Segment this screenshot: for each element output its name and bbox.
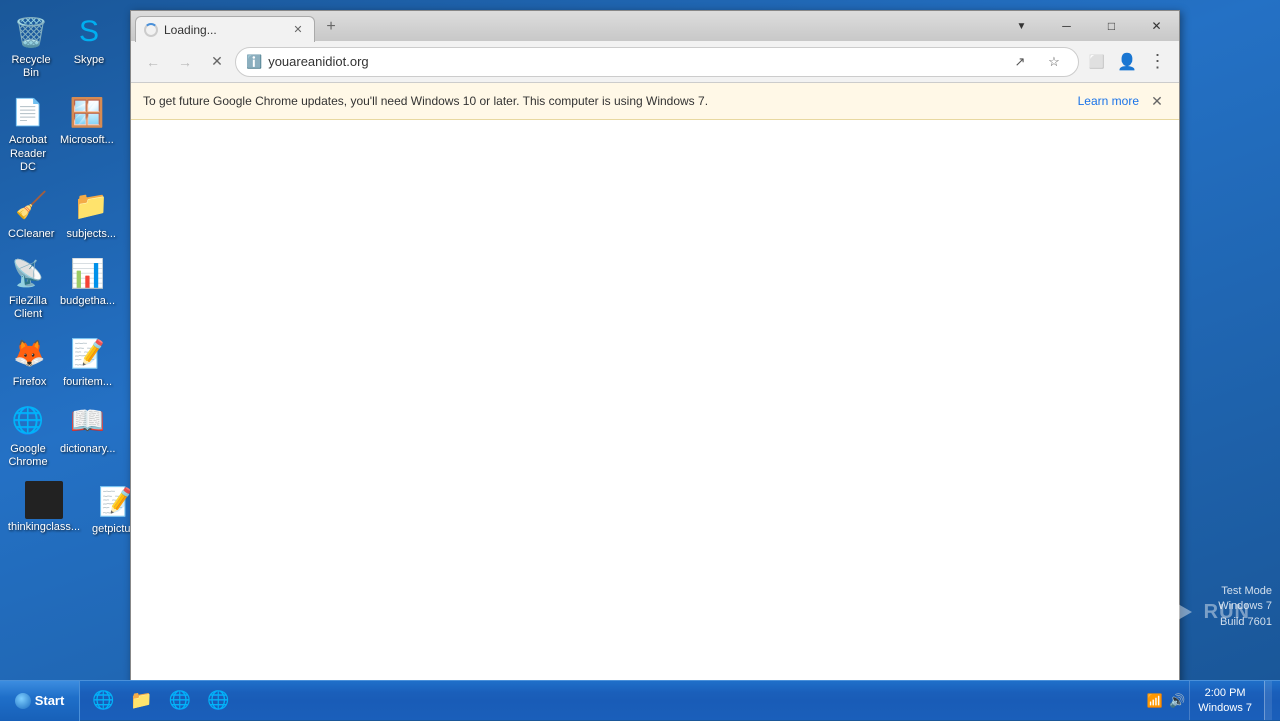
anyrun-text-label: ANY <box>1106 601 1151 624</box>
chrome-label: Google Chrome <box>8 443 48 469</box>
infobar-close-button[interactable]: ✕ <box>1147 91 1167 111</box>
firefox-label: Firefox <box>13 376 47 389</box>
desktop-icon-filezilla[interactable]: 📡 FileZilla Client <box>4 249 52 325</box>
profile-button[interactable]: 👤 <box>1113 48 1141 76</box>
taskbar-ie-button[interactable]: 🌐 <box>84 684 122 718</box>
taskbar: Start 🌐 📁 🌐 🌐 📶 🔊 2:00 PM Windows 7 <box>0 680 1280 720</box>
network-tray-icon: 📶 <box>1147 693 1163 709</box>
titlebar-drag-area <box>345 11 999 41</box>
show-desktop-button[interactable] <box>1264 681 1272 720</box>
microsoft-label: Microsoft... <box>60 134 114 147</box>
acrobat-label: Acrobat Reader DC <box>8 134 48 174</box>
desktop-icon-dictionary[interactable]: 📖 dictionary... <box>56 397 119 473</box>
clock-area[interactable]: 2:00 PM Windows 7 <box>1189 681 1260 720</box>
budget-label: budgetha... <box>60 295 115 308</box>
start-label: Start <box>35 693 65 708</box>
filezilla-label: FileZilla Client <box>8 295 48 321</box>
chrome-infobar: To get future Google Chrome updates, you… <box>131 83 1179 120</box>
recycle-bin-icon: 🗑️ <box>11 12 51 52</box>
filezilla-icon: 📡 <box>8 253 48 293</box>
clock-date: Windows 7 <box>1198 701 1252 715</box>
anyrun-logo-icon <box>1160 594 1196 630</box>
chrome-toolbar: ← → ✕ ℹ️ ↗ ☆ ⬜ 👤 ⋮ <box>131 41 1179 83</box>
desktop-icon-acrobat[interactable]: 📄 Acrobat Reader DC <box>4 88 52 178</box>
security-icon: ℹ️ <box>246 54 262 70</box>
recycle-bin-label: Recycle Bin <box>8 54 54 80</box>
bookmark-button[interactable]: ☆ <box>1040 48 1068 76</box>
desktop-icon-firefox[interactable]: 🦊 Firefox <box>4 330 55 393</box>
infobar-learn-more-link[interactable]: Learn more <box>1078 94 1139 108</box>
ccleaner-label: CCleaner <box>8 228 54 241</box>
desktop-icon-chrome[interactable]: 🌐 Google Chrome <box>4 397 52 473</box>
fouritem-icon: 📝 <box>68 334 108 374</box>
clock-time: 2:00 PM <box>1205 686 1246 700</box>
tab-close-button[interactable]: ✕ <box>290 22 306 38</box>
tab-loading-spinner <box>144 23 158 37</box>
test-mode-line1: Test Mode <box>1218 584 1272 599</box>
subjects-icon: 📁 <box>71 186 111 226</box>
test-mode-badge: Test Mode Windows 7 Build 7601 <box>1218 584 1272 630</box>
close-button[interactable]: ✕ <box>1134 11 1179 41</box>
desktop-icon-budget[interactable]: 📊 budgetha... <box>56 249 119 325</box>
skype-label: Skype <box>74 54 105 67</box>
new-tab-button[interactable]: + <box>317 15 345 39</box>
split-screen-button[interactable]: ⬜ <box>1083 48 1111 76</box>
start-orb-icon <box>15 693 31 709</box>
desktop-icons: 🗑️ Recycle Bin S Skype 📄 Acrobat Reader … <box>0 0 120 548</box>
window-controls: ─ □ ✕ <box>1044 11 1179 41</box>
microsoft-icon: 🪟 <box>67 92 107 132</box>
thinkingclass-icon <box>25 481 63 519</box>
subjects-label: subjects... <box>66 228 116 241</box>
desktop-icon-microsoft[interactable]: 🪟 Microsoft... <box>56 88 118 178</box>
desktop: 🗑️ Recycle Bin S Skype 📄 Acrobat Reader … <box>0 0 1280 680</box>
taskbar-items: 🌐 📁 🌐 🌐 <box>80 681 1139 720</box>
taskbar-chrome-button[interactable]: 🌐 <box>161 684 199 718</box>
chrome-tab[interactable]: Loading... ✕ <box>135 16 315 42</box>
tab-title: Loading... <box>164 23 284 37</box>
taskbar-edge-button[interactable]: 🌐 <box>199 684 237 718</box>
menu-button[interactable]: ⋮ <box>1143 48 1171 76</box>
tray-icons: 📶 🔊 <box>1147 693 1185 709</box>
chrome-titlebar: Loading... ✕ + ▼ ─ □ ✕ <box>131 11 1179 41</box>
start-button[interactable]: Start <box>0 681 80 721</box>
budget-icon: 📊 <box>68 253 108 293</box>
infobar-message: To get future Google Chrome updates, you… <box>143 94 1070 108</box>
address-bar-container[interactable]: ℹ️ ↗ ☆ <box>235 47 1079 77</box>
taskbar-explorer-button[interactable]: 📁 <box>122 684 160 718</box>
firefox-icon: 🦊 <box>10 334 50 374</box>
address-input[interactable] <box>268 54 1000 69</box>
chrome-window: Loading... ✕ + ▼ ─ □ ✕ ← → ✕ ℹ️ ↗ ☆ <box>130 10 1180 690</box>
toolbar-actions: ⬜ 👤 ⋮ <box>1083 48 1171 76</box>
volume-tray-icon: 🔊 <box>1169 693 1185 709</box>
desktop-icon-thinkingclass[interactable]: thinkingclass... <box>4 477 84 540</box>
chrome-page-content <box>131 120 1179 689</box>
stop-button[interactable]: ✕ <box>203 48 231 76</box>
ccleaner-icon: 🧹 <box>11 186 51 226</box>
fouritem-label: fouritem... <box>63 376 112 389</box>
desktop-icon-fouritem[interactable]: 📝 fouritem... <box>59 330 116 393</box>
test-mode-line3: Build 7601 <box>1218 615 1272 630</box>
desktop-icon-recycle-bin[interactable]: 🗑️ Recycle Bin <box>4 8 58 84</box>
acrobat-icon: 📄 <box>8 92 48 132</box>
taskbar-tray: 📶 🔊 2:00 PM Windows 7 <box>1139 681 1280 720</box>
thinkingclass-label: thinkingclass... <box>8 521 80 534</box>
dictionary-icon: 📖 <box>68 401 108 441</box>
test-mode-line2: Windows 7 <box>1218 599 1272 614</box>
desktop-icon-subjects[interactable]: 📁 subjects... <box>62 182 120 245</box>
desktop-icon-skype[interactable]: S Skype <box>62 8 116 84</box>
forward-button[interactable]: → <box>171 48 199 76</box>
chrome-icon: 🌐 <box>8 401 48 441</box>
tab-list-button[interactable]: ▼ <box>999 11 1044 41</box>
share-button[interactable]: ↗ <box>1006 48 1034 76</box>
minimize-button[interactable]: ─ <box>1044 11 1089 41</box>
dictionary-label: dictionary... <box>60 443 115 456</box>
back-button[interactable]: ← <box>139 48 167 76</box>
desktop-icon-ccleaner[interactable]: 🧹 CCleaner <box>4 182 58 245</box>
maximize-button[interactable]: □ <box>1089 11 1134 41</box>
skype-icon: S <box>69 12 109 52</box>
